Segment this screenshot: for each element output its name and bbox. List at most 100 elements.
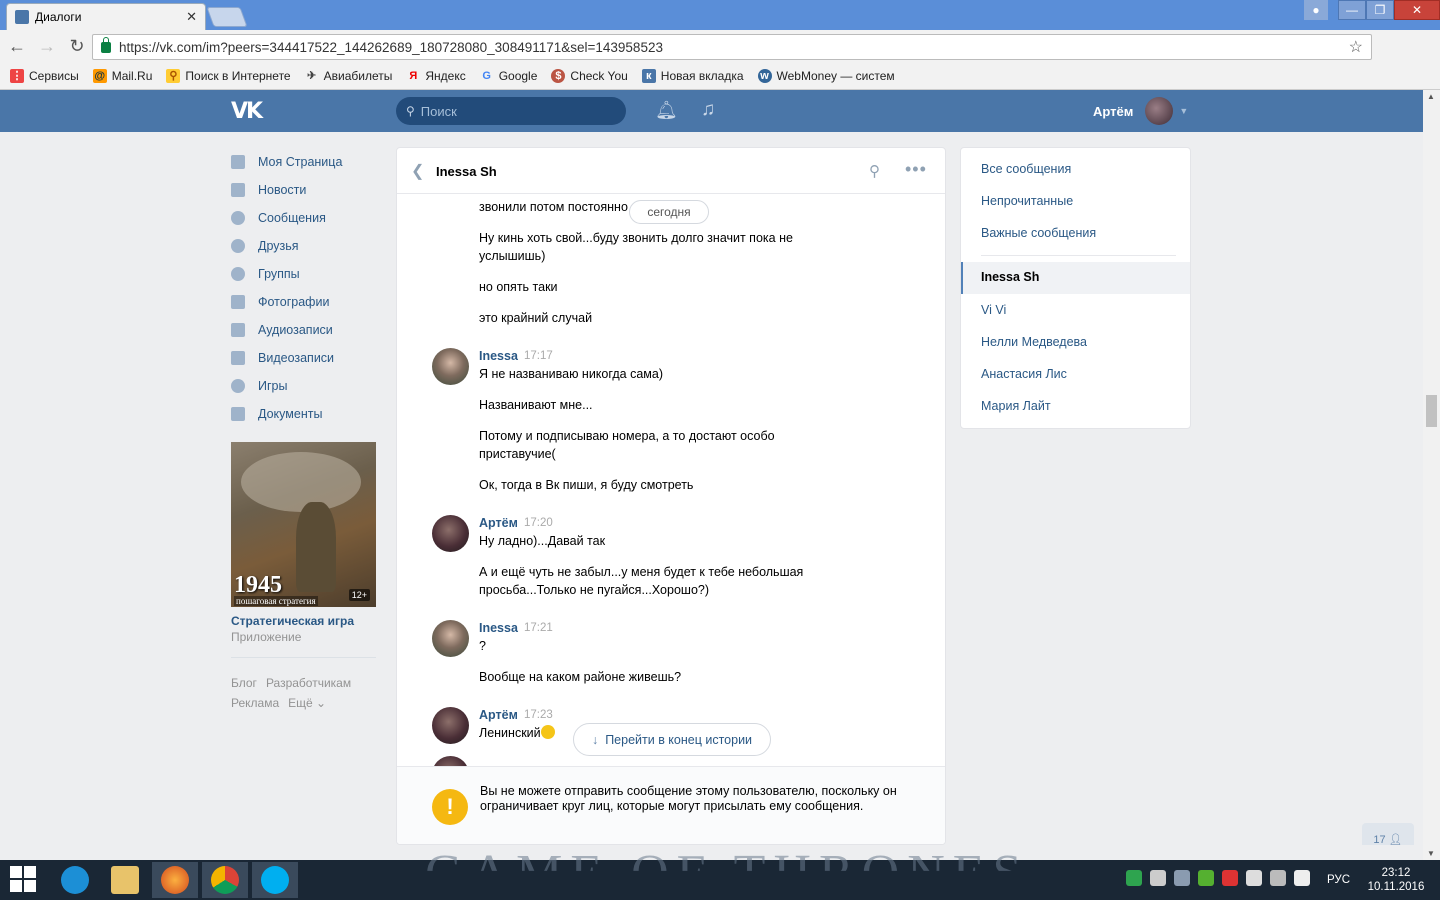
dialogs-panel: Все сообщения Непрочитанные Важные сообщ… (960, 147, 1191, 429)
flag-icon[interactable] (1246, 870, 1262, 886)
dialog-item[interactable]: Анастасия Лис (981, 367, 1067, 381)
dialog-item[interactable]: Нелли Медведева (981, 335, 1087, 349)
browser-tab[interactable]: Диалоги ✕ (6, 3, 206, 30)
age-rating-badge: 12+ (348, 589, 370, 601)
bookmark-checkyou[interactable]: $ Check You (551, 69, 628, 83)
tray-app-icon[interactable] (1198, 870, 1214, 886)
dialog-item[interactable]: Мария Лайт (981, 399, 1051, 413)
bookmark-new-tab[interactable]: к Новая вкладка (641, 69, 744, 83)
webmoney-icon: w (757, 69, 772, 83)
message-author[interactable]: Inessa (479, 621, 518, 635)
reload-icon[interactable]: ↻ (64, 36, 90, 57)
close-tab-icon[interactable]: ✕ (186, 9, 197, 25)
taskbar-explorer[interactable] (102, 862, 148, 898)
scroll-down-icon[interactable]: ▼ (1427, 849, 1435, 858)
dialog-item[interactable]: Vi Vi (981, 303, 1006, 317)
dialog-active[interactable]: Inessa Sh (961, 262, 1190, 294)
vk-search-box[interactable]: ⚲ (396, 97, 626, 125)
forward-icon[interactable]: → (34, 36, 60, 57)
nav-documents[interactable]: Документы (231, 400, 381, 428)
message-author[interactable]: Inessa (479, 349, 518, 363)
taskbar-firefox[interactable] (152, 862, 198, 898)
bookmark-webmoney[interactable]: w WebMoney — систем (757, 69, 895, 83)
page-scrollbar[interactable]: ▲ ▼ (1423, 90, 1440, 860)
bookmark-mailru[interactable]: @ Mail.Ru (92, 69, 152, 83)
bookmark-label: Google (498, 69, 538, 83)
bookmark-flights[interactable]: ✈ Авиабилеты (305, 69, 392, 83)
taskbar-skype[interactable] (252, 862, 298, 898)
vk-logo-icon[interactable]: VK (231, 99, 263, 124)
bookmark-label: WebMoney — систем (776, 69, 895, 83)
inessa-avatar[interactable] (432, 620, 469, 657)
footer-developers-link[interactable]: Разработчикам (266, 676, 351, 690)
message-text: Я не названиваю никогда сама) (479, 367, 663, 381)
scroll-thumb[interactable] (1426, 395, 1437, 427)
volume-icon[interactable] (1294, 870, 1310, 886)
clock[interactable]: 23:12 10.11.2016 (1366, 866, 1426, 894)
message-text: А и ещё чуть не забыл...у меня будет к т… (479, 565, 804, 597)
minimize-button[interactable]: — (1338, 0, 1366, 20)
nav-audio[interactable]: Аудиозаписи (231, 316, 381, 344)
message-text: Названивают мне... (479, 398, 593, 412)
promo-title[interactable]: Стратегическая игра (231, 614, 354, 628)
jump-to-end-button[interactable]: ↓ Перейти в конец истории (573, 723, 771, 756)
new-tab-button[interactable] (206, 7, 248, 27)
profile-icon[interactable]: ● (1304, 0, 1328, 20)
bookmark-services[interactable]: ⋮ Сервисы (10, 69, 79, 83)
footer-ads-link[interactable]: Реклама (231, 696, 279, 710)
maximize-button[interactable]: ❐ (1366, 0, 1394, 20)
notifications-bell-icon[interactable]: 🔔︎ (655, 100, 678, 121)
back-chevron-icon[interactable]: ❮ (411, 161, 424, 181)
clock-date: 10.11.2016 (1367, 881, 1425, 893)
filter-important[interactable]: Важные сообщения (981, 226, 1096, 240)
bookmark-yandex[interactable]: Я Яндекс (406, 69, 465, 83)
address-bar[interactable]: https://vk.com/im?peers=344417522_144262… (92, 34, 1372, 60)
nav-photos[interactable]: Фотографии (231, 288, 381, 316)
message-bubble-icon (231, 211, 245, 225)
promo-caption: пошаговая стратегия (234, 596, 318, 606)
filter-unread[interactable]: Непрочитанные (981, 194, 1073, 208)
search-icon[interactable]: ⚲ (869, 162, 880, 180)
footer-more-link[interactable]: Ещё ⌄ (288, 696, 326, 710)
search-input[interactable] (420, 103, 601, 119)
ie-icon (61, 866, 89, 894)
taskbar-ie[interactable] (52, 862, 98, 898)
nav-friends[interactable]: Друзья (231, 232, 381, 260)
nav-news[interactable]: Новости (231, 176, 381, 204)
back-icon[interactable]: ← (4, 36, 30, 57)
nav-my-page[interactable]: Моя Страница (231, 148, 381, 176)
close-window-button[interactable]: ✕ (1394, 0, 1440, 20)
filter-all-messages[interactable]: Все сообщения (981, 162, 1071, 176)
windows-start-icon[interactable] (10, 866, 38, 894)
music-note-icon[interactable]: ♫ (701, 99, 715, 121)
language-indicator[interactable]: РУС (1327, 874, 1350, 886)
start-tile (24, 880, 36, 892)
message-history[interactable]: звонили потом постоянно сегодня Ну кинь … (397, 194, 945, 766)
game-promo-image[interactable]: 1945 пошаговая стратегия 12+ (231, 442, 376, 607)
inessa-avatar[interactable] (432, 348, 469, 385)
tray-app-icon[interactable] (1126, 870, 1142, 886)
scroll-up-icon[interactable]: ▲ (1427, 92, 1435, 101)
nav-groups[interactable]: Группы (231, 260, 381, 288)
music-icon (231, 323, 245, 337)
tray-app-icon[interactable] (1222, 870, 1238, 886)
chat-title[interactable]: Inessa Sh (436, 164, 497, 179)
network-icon[interactable] (1270, 870, 1286, 886)
nav-messages[interactable]: Сообщения (231, 204, 381, 232)
steam-icon[interactable] (1174, 870, 1190, 886)
bookmark-star-icon[interactable]: ☆ (1349, 37, 1363, 57)
artem-avatar[interactable] (432, 515, 469, 552)
bookmark-google[interactable]: G Google (480, 69, 538, 83)
message-author[interactable]: Артём (479, 516, 518, 530)
nav-games[interactable]: Игры (231, 372, 381, 400)
user-menu[interactable]: Артём ▼ (1093, 90, 1188, 132)
taskbar-chrome[interactable] (202, 862, 248, 898)
firefox-icon (161, 866, 189, 894)
bookmark-search[interactable]: ⚲ Поиск в Интернете (166, 69, 291, 83)
nav-video[interactable]: Видеозаписи (231, 344, 381, 372)
more-options-icon[interactable]: ••• (905, 159, 927, 180)
artem-avatar[interactable] (432, 707, 469, 744)
message-author[interactable]: Артём (479, 708, 518, 722)
footer-blog-link[interactable]: Блог (231, 676, 257, 690)
tray-network-icon[interactable] (1150, 870, 1166, 886)
